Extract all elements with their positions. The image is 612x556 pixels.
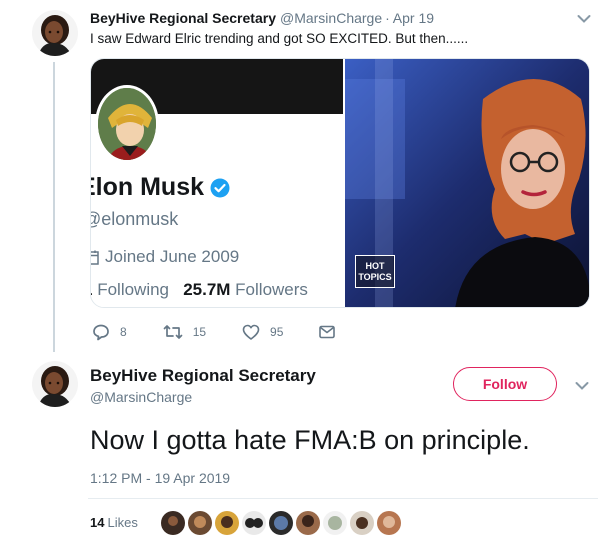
tweet-media[interactable]: Elon Musk @elonmusk Joined June 2009 1 F… — [90, 58, 590, 308]
followers-label: Followers — [235, 280, 308, 299]
retweet-icon — [163, 325, 183, 339]
reply-icon — [93, 324, 109, 341]
liker-avatar[interactable] — [296, 511, 320, 535]
thread-connector-line — [53, 62, 55, 352]
profile-name-text: Elon Musk — [91, 173, 205, 201]
profile-picture — [95, 85, 159, 163]
liker-avatar[interactable] — [350, 511, 374, 535]
tweet-text: Now I gotta hate FMA:B on principle. — [90, 425, 530, 455]
tweet-header: BeyHive Regional Secretary @MarsinCharge ·… — [90, 10, 434, 26]
verified-badge-icon — [210, 178, 230, 197]
heart-icon — [242, 324, 260, 340]
reply-count: 8 — [120, 325, 127, 339]
direct-message-icon — [319, 325, 336, 339]
like-button[interactable]: 95 — [242, 324, 283, 340]
liker-avatar[interactable] — [188, 511, 212, 535]
tweet-timestamp[interactable]: 1:12 PM - 19 Apr 2019 — [90, 470, 230, 486]
liker-avatar[interactable] — [323, 511, 347, 535]
followers-count: 25.7M — [183, 280, 231, 299]
profile-follow-stats: 1 Following 25.7M Followers — [91, 280, 308, 300]
badge-line-2: TOPICS — [358, 272, 392, 282]
liker-avatar[interactable] — [215, 511, 239, 535]
liker-avatar[interactable] — [269, 511, 293, 535]
author-handle[interactable]: @MarsinCharge — [90, 389, 192, 405]
hot-topics-badge: HOT TOPICS — [355, 255, 395, 288]
avatar[interactable] — [32, 361, 78, 407]
likes-count: 14 — [90, 515, 105, 530]
author-name[interactable]: BeyHive Regional Secretary — [90, 10, 276, 26]
likers-avatars — [161, 511, 404, 535]
retweet-count: 15 — [192, 325, 207, 339]
author-name[interactable]: BeyHive Regional Secretary — [90, 366, 316, 386]
chevron-down-icon[interactable] — [575, 381, 589, 391]
tv-photo: HOT TOPICS — [345, 59, 589, 307]
likes-label: Likes — [107, 515, 138, 530]
direct-message-button[interactable] — [319, 325, 345, 339]
chevron-down-icon[interactable] — [577, 14, 591, 24]
calendar-icon — [91, 250, 99, 265]
tweet-text: I saw Edward Elric trending and got SO E… — [90, 31, 469, 46]
profile-name: Elon Musk — [91, 173, 230, 202]
profile-joined: Joined June 2009 — [91, 247, 239, 267]
like-count: 95 — [270, 325, 284, 339]
profile-screenshot: Elon Musk @elonmusk Joined June 2009 1 F… — [91, 59, 343, 307]
reply-button[interactable]: 8 — [92, 323, 127, 341]
avatar[interactable] — [32, 10, 78, 56]
likes-count-link[interactable]: 14 Likes — [90, 515, 138, 530]
follow-button[interactable]: Follow — [453, 367, 557, 401]
following-count: 1 — [91, 280, 92, 299]
author-handle[interactable]: @MarsinCharge — [280, 10, 382, 26]
liker-avatar[interactable] — [242, 511, 266, 535]
liker-avatar[interactable] — [161, 511, 185, 535]
retweet-button[interactable]: 15 — [163, 324, 206, 340]
liker-avatar[interactable] — [377, 511, 401, 535]
profile-handle: @elonmusk — [91, 209, 179, 229]
tweet-date[interactable]: Apr 19 — [393, 10, 434, 26]
following-label: Following — [97, 280, 170, 299]
divider — [88, 498, 598, 499]
badge-line-1: HOT — [365, 261, 385, 271]
header-separator: · — [385, 10, 390, 26]
tweet-actions: 8 15 95 — [92, 323, 381, 341]
joined-text: Joined June 2009 — [105, 247, 240, 266]
